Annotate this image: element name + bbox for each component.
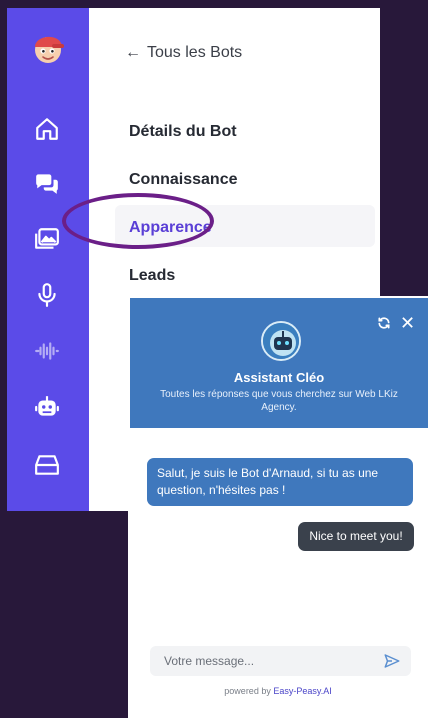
chat-widget: ✕ Assistant Cléo Toutes les réponses que… xyxy=(128,296,428,718)
bot-name: Assistant Cléo xyxy=(233,370,325,385)
menu-item-leads[interactable]: Leads xyxy=(129,267,175,285)
chat-header: ✕ Assistant Cléo Toutes les réponses que… xyxy=(130,298,428,428)
menu-item-details[interactable]: Détails du Bot xyxy=(129,123,237,141)
powered-by: powered by Easy-Peasy.AI xyxy=(128,686,428,696)
chat-bubbles-icon[interactable] xyxy=(34,170,60,196)
menu-item-appearance[interactable]: Apparence xyxy=(129,219,212,237)
bot-description: Toutes les réponses que vous cherchez su… xyxy=(160,389,398,413)
icon-sidebar xyxy=(7,8,89,511)
back-to-bots-link[interactable]: ← Tous les Bots xyxy=(125,44,242,62)
bot-avatar xyxy=(261,321,301,361)
back-label: Tous les Bots xyxy=(147,44,243,61)
menu-item-knowledge[interactable]: Connaissance xyxy=(129,171,237,189)
waveform-icon[interactable] xyxy=(34,338,60,364)
close-icon[interactable]: ✕ xyxy=(400,314,415,332)
powered-prefix: powered by xyxy=(224,686,271,696)
powered-brand-link[interactable]: Easy-Peasy.AI xyxy=(273,686,331,696)
home-icon[interactable] xyxy=(34,116,60,142)
images-icon[interactable] xyxy=(34,226,60,252)
robot-icon[interactable] xyxy=(34,394,60,420)
message-input[interactable] xyxy=(150,654,370,668)
user-message: Nice to meet you! xyxy=(298,522,414,551)
microphone-icon[interactable] xyxy=(34,282,60,308)
send-icon[interactable] xyxy=(383,652,401,670)
bot-message: Salut, je suis le Bot d'Arnaud, si tu as… xyxy=(147,458,413,506)
message-input-box xyxy=(150,646,411,676)
refresh-icon[interactable] xyxy=(377,316,391,330)
arrow-left-icon: ← xyxy=(125,44,141,61)
app-logo[interactable] xyxy=(30,30,66,66)
inbox-icon[interactable] xyxy=(34,452,60,478)
